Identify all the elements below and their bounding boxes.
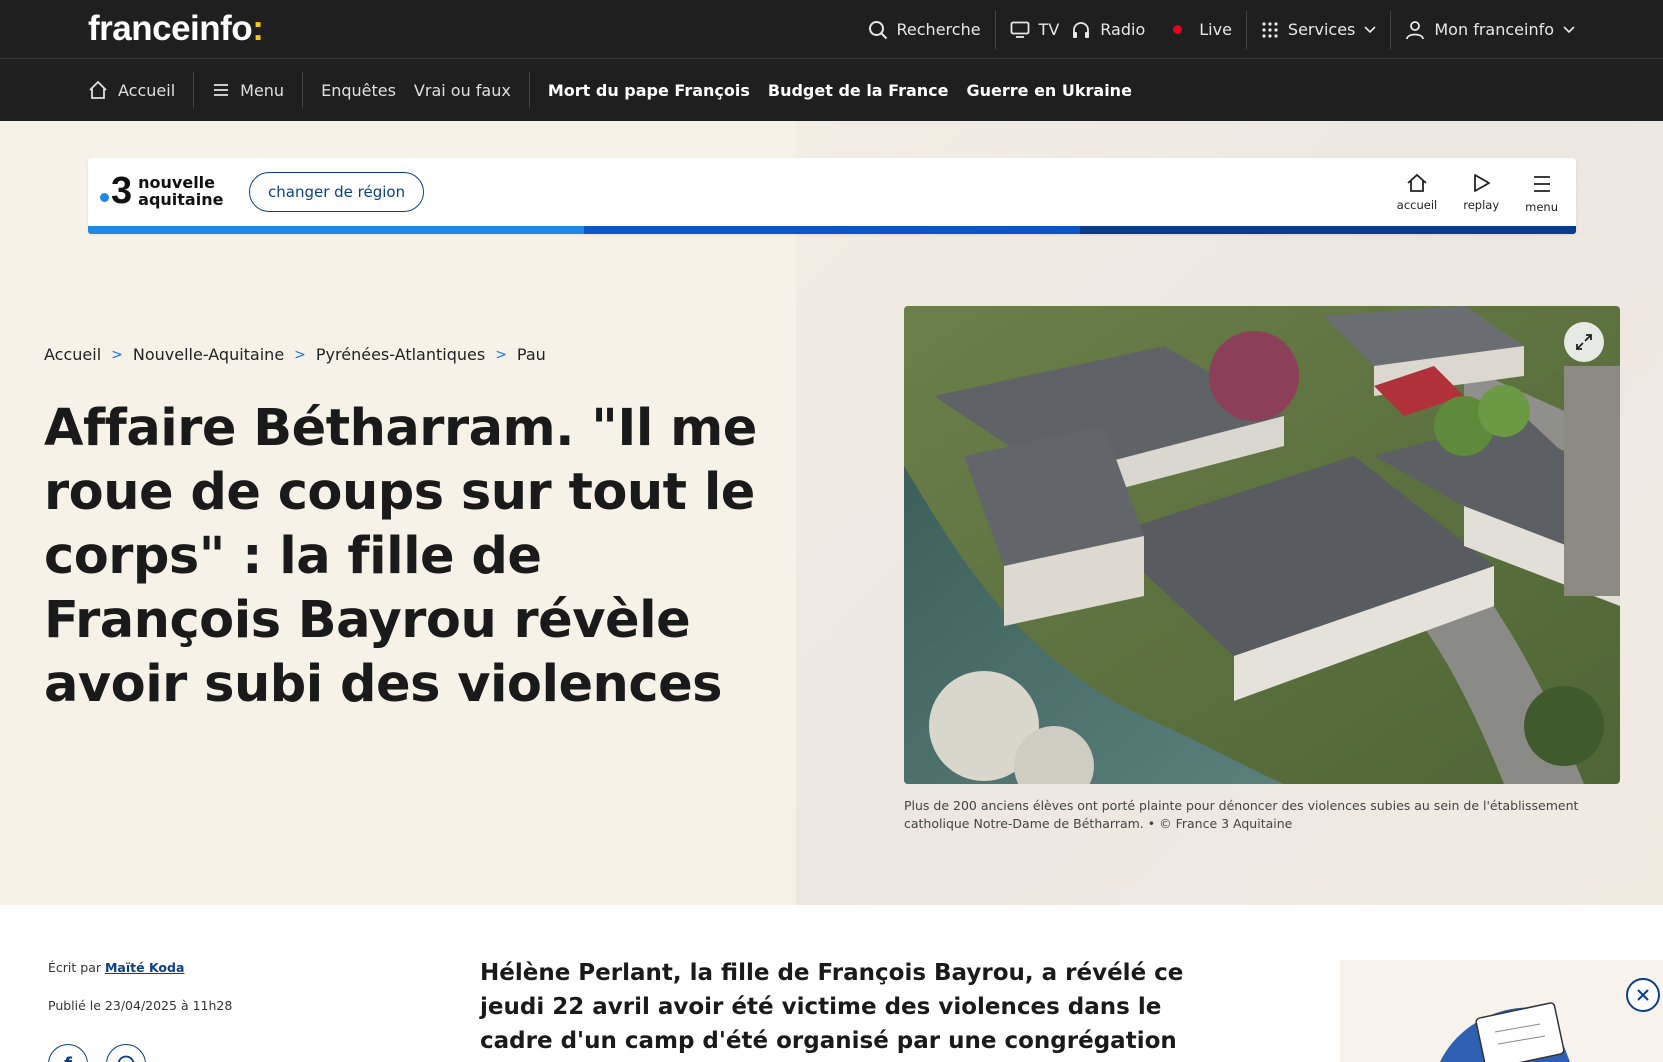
close-icon bbox=[1637, 989, 1649, 1001]
region-bar: 3 nouvelle aquitaine changer de région a… bbox=[88, 158, 1576, 234]
top-actions: Recherche TV Radio Live Services Mon fra… bbox=[854, 0, 1663, 59]
stripe-segment bbox=[584, 226, 1080, 234]
radio-button[interactable]: Radio bbox=[1065, 10, 1159, 50]
breadcrumb-item[interactable]: Nouvelle-Aquitaine bbox=[133, 345, 284, 364]
article-hero: 3 nouvelle aquitaine changer de région a… bbox=[0, 121, 1663, 905]
nav-highlight-ukraine[interactable]: Guerre en Ukraine bbox=[957, 59, 1140, 121]
home-icon bbox=[1407, 173, 1427, 192]
france3-region-logo[interactable]: 3 nouvelle aquitaine bbox=[100, 172, 223, 210]
chevron-right-icon: > bbox=[294, 346, 306, 363]
stripe-segment bbox=[1080, 226, 1576, 234]
top-bar: franceinfo: Recherche TV Radio Live Serv… bbox=[0, 0, 1663, 59]
region-color-stripe bbox=[88, 226, 1576, 234]
hamburger-icon bbox=[1533, 176, 1550, 192]
stripe-segment bbox=[88, 226, 584, 234]
user-icon bbox=[1406, 20, 1425, 39]
article-publish-date: Publié le 23/04/2025 à 11h28 bbox=[48, 998, 233, 1013]
whatsapp-icon bbox=[117, 1055, 135, 1062]
live-button[interactable]: Live bbox=[1159, 10, 1246, 50]
nav-vrai-ou-faux[interactable]: Vrai ou faux bbox=[405, 59, 529, 121]
nav-enquetes[interactable]: Enquêtes bbox=[303, 59, 405, 121]
region-replay-button[interactable]: replay bbox=[1463, 172, 1499, 214]
search-button[interactable]: Recherche bbox=[854, 10, 995, 50]
region-home-button[interactable]: accueil bbox=[1397, 172, 1437, 214]
nav-menu[interactable]: Menu bbox=[194, 59, 302, 121]
grid-icon bbox=[1262, 21, 1278, 38]
play-icon bbox=[1474, 174, 1491, 192]
image-caption: Plus de 200 anciens élèves ont porté pla… bbox=[904, 798, 1579, 831]
author-link[interactable]: Maïté Koda bbox=[105, 960, 184, 975]
article-lead: Hélène Perlant, la fille de François Bay… bbox=[480, 960, 1184, 1054]
breadcrumb: Accueil > Nouvelle-Aquitaine > Pyrénées-… bbox=[44, 345, 546, 364]
article-title: Affaire Bétharram. "Il me roue de coups … bbox=[44, 399, 757, 714]
search-icon bbox=[868, 20, 887, 39]
breadcrumb-item[interactable]: Pau bbox=[517, 345, 546, 364]
share-buttons: f bbox=[48, 1044, 146, 1062]
main-nav: Accueil Menu Enquêtes Vrai ou faux Mort … bbox=[0, 59, 1663, 121]
breadcrumb-item[interactable]: Accueil bbox=[44, 345, 101, 364]
region-actions: accueil replay menu bbox=[1397, 172, 1558, 214]
tv-icon bbox=[1010, 21, 1029, 38]
promo-illustration bbox=[1440, 1002, 1570, 1062]
live-dot-icon bbox=[1173, 25, 1183, 34]
nav-highlight-budget[interactable]: Budget de la France bbox=[759, 59, 958, 121]
promo-ad[interactable] bbox=[1340, 960, 1663, 1062]
chevron-right-icon: > bbox=[111, 346, 123, 363]
expand-icon bbox=[1576, 334, 1592, 350]
chevron-down-icon bbox=[1364, 25, 1376, 33]
chevron-down-icon bbox=[1563, 25, 1575, 33]
change-region-button[interactable]: changer de région bbox=[249, 172, 425, 212]
tv-button[interactable]: TV bbox=[996, 10, 1066, 50]
article-hero-image[interactable] bbox=[904, 306, 1620, 784]
logo-dot bbox=[100, 192, 109, 202]
facebook-icon: f bbox=[64, 1054, 72, 1062]
expand-image-button[interactable] bbox=[1564, 322, 1604, 362]
home-icon bbox=[89, 80, 107, 99]
nav-home[interactable]: Accueil bbox=[88, 59, 193, 121]
account-button[interactable]: Mon franceinfo bbox=[1391, 10, 1663, 50]
whatsapp-share-button[interactable] bbox=[106, 1044, 146, 1062]
close-ad-button[interactable] bbox=[1626, 978, 1660, 1012]
headphones-icon bbox=[1073, 21, 1090, 38]
breadcrumb-item[interactable]: Pyrénées-Atlantiques bbox=[316, 345, 485, 364]
hamburger-icon bbox=[214, 84, 229, 96]
facebook-share-button[interactable]: f bbox=[48, 1044, 88, 1062]
nav-highlight-pape[interactable]: Mort du pape François bbox=[530, 59, 759, 121]
franceinfo-logo[interactable]: franceinfo: bbox=[88, 9, 264, 49]
article-author: Écrit par Maïté Koda bbox=[48, 960, 185, 975]
aerial-photo-illustration bbox=[904, 306, 1620, 784]
region-menu-button[interactable]: menu bbox=[1525, 172, 1558, 214]
services-button[interactable]: Services bbox=[1247, 10, 1390, 50]
chevron-right-icon: > bbox=[495, 346, 507, 363]
